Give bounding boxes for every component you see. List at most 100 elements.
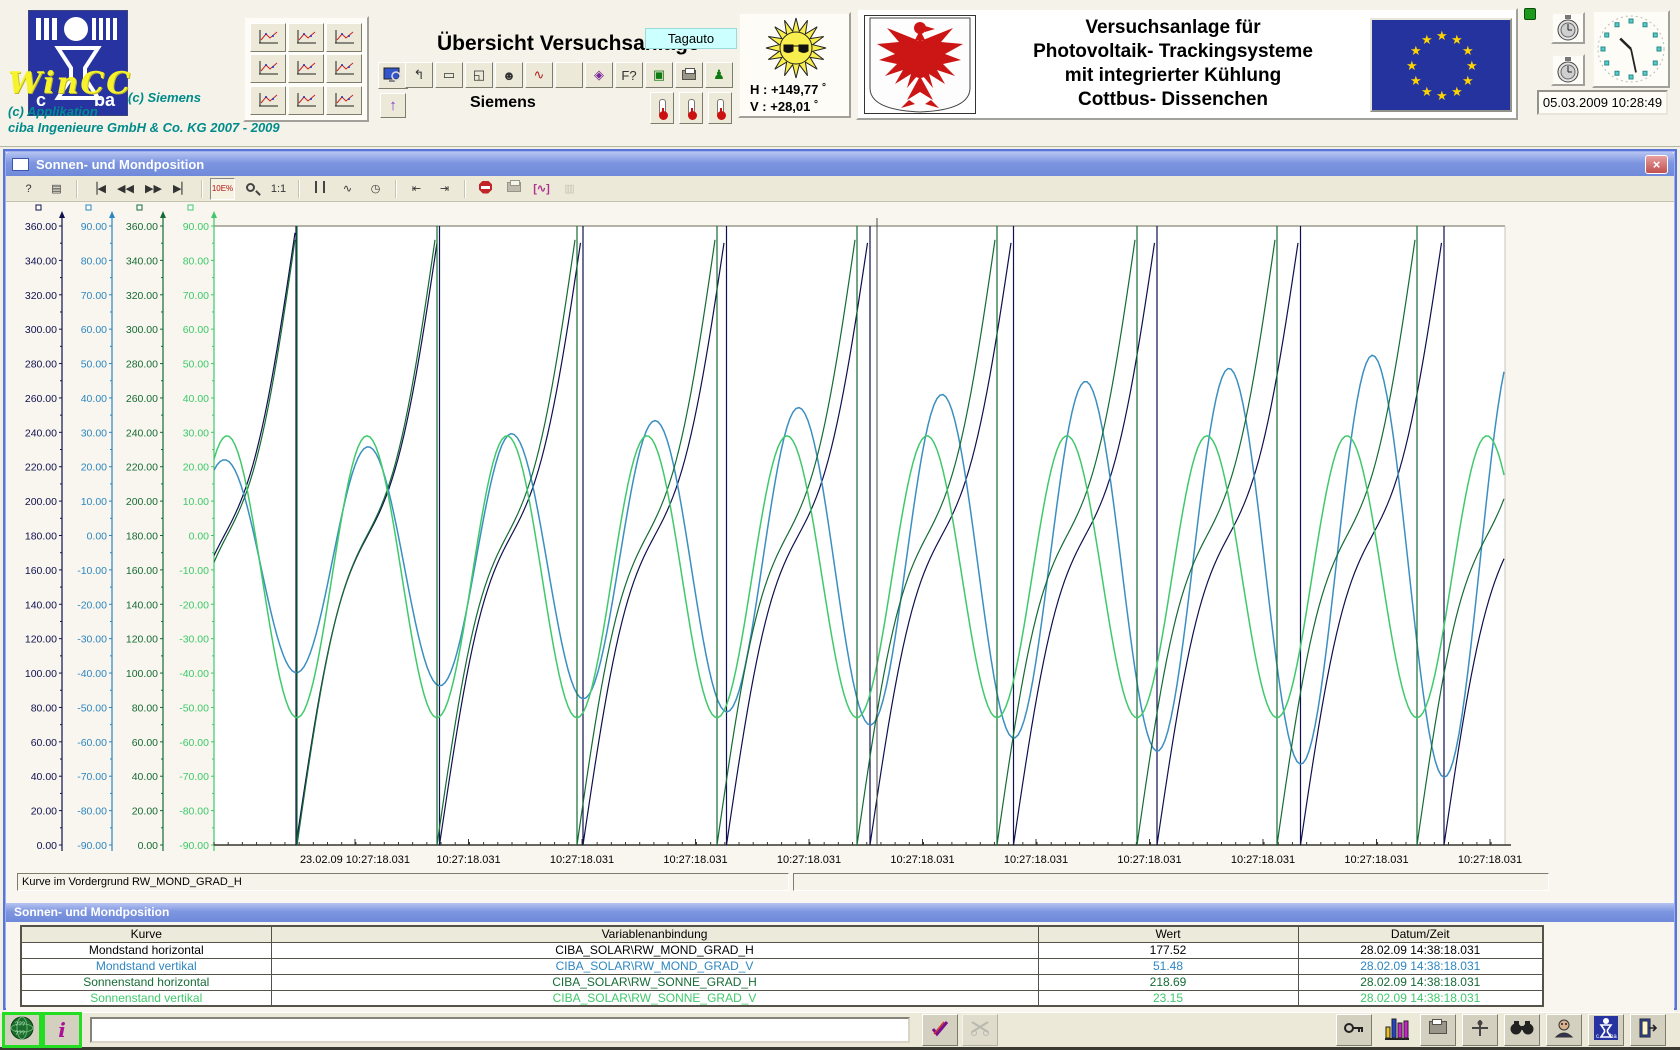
trend-screen-button-1[interactable] bbox=[250, 23, 286, 52]
eu-star: ★ bbox=[1451, 84, 1463, 100]
stopwatch-button-2[interactable] bbox=[1551, 54, 1585, 86]
search-button[interactable] bbox=[1504, 1014, 1540, 1046]
fast-back-button[interactable]: ◀◀ bbox=[113, 178, 138, 200]
trend-titlebar[interactable]: Sonnen- und Mondposition × bbox=[6, 152, 1674, 176]
last-record-button[interactable]: ▶▏ bbox=[169, 178, 194, 200]
eu-star: ★ bbox=[1421, 84, 1433, 100]
datetime-field: 05.03.2009 10:28:49 bbox=[1537, 90, 1668, 115]
fast-forward-button[interactable]: ▶▶ bbox=[141, 178, 166, 200]
eu-star: ★ bbox=[1410, 73, 1422, 89]
table-row[interactable]: Mondstand horizontalCIBA_SOLAR\RW_MOND_G… bbox=[21, 942, 1543, 958]
sun-tracker-widget[interactable]: H : +149,77 ° V : +28,01 ° bbox=[738, 12, 851, 118]
page-button[interactable]: ▭ bbox=[435, 62, 463, 88]
trend-screen-button-3[interactable] bbox=[326, 23, 362, 52]
edit-ok-icon bbox=[930, 1018, 950, 1043]
direct-help-button[interactable]: F? bbox=[615, 62, 643, 88]
print-button[interactable] bbox=[1420, 1014, 1456, 1046]
ruler-button[interactable] bbox=[307, 178, 332, 200]
table-row[interactable]: Mondstand vertikalCIBA_SOLAR\RW_MOND_GRA… bbox=[21, 958, 1543, 974]
export-button[interactable]: ▥ bbox=[557, 178, 582, 200]
toolbar-separator bbox=[395, 180, 397, 198]
confirm-edit-button[interactable] bbox=[922, 1014, 958, 1046]
user-icon bbox=[1554, 1018, 1574, 1043]
key-button[interactable] bbox=[1336, 1014, 1372, 1046]
help-book-button[interactable]: ◈ bbox=[585, 62, 613, 88]
user-head-button[interactable] bbox=[1546, 1014, 1582, 1046]
report-button[interactable]: [∿] bbox=[529, 178, 554, 200]
stop-button[interactable] bbox=[473, 178, 498, 200]
trend-window: Sonnen- und Mondposition × ?▤ ▕◀◀◀▶▶▶▏ 10E… bbox=[3, 149, 1677, 1010]
header-toolbar: ↰▭◱☻∿ ◈F?▣ ♟ bbox=[405, 62, 733, 88]
preview-monitor-button[interactable] bbox=[378, 62, 408, 89]
thermometer-icon bbox=[717, 99, 724, 117]
status-bar-left: Kurve im Vordergrund RW_MOND_GRAD_H bbox=[17, 873, 789, 891]
blank-button[interactable] bbox=[555, 62, 583, 88]
user-button[interactable]: ☻ bbox=[495, 62, 523, 88]
window-icon bbox=[12, 158, 29, 171]
window-chart-button[interactable]: ◱ bbox=[465, 62, 493, 88]
statistics-icon[interactable] bbox=[1378, 1014, 1414, 1046]
thermometer-button-1[interactable] bbox=[650, 92, 674, 124]
up-arrow-button[interactable]: ↑ bbox=[380, 93, 406, 118]
tagauto-mode-badge: Tagauto bbox=[645, 28, 737, 49]
trend-screen-button-6[interactable] bbox=[326, 54, 362, 83]
printer-icon bbox=[682, 68, 696, 83]
properties-button[interactable]: ▤ bbox=[44, 178, 69, 200]
table-header: Wert bbox=[1038, 926, 1298, 942]
eu-star: ★ bbox=[1421, 32, 1433, 48]
trend-screen-button-8[interactable] bbox=[288, 86, 324, 115]
info-button[interactable]: i bbox=[44, 1014, 80, 1046]
network-globe-button[interactable]: ?????? bbox=[4, 1014, 40, 1046]
chart-panel bbox=[6, 202, 1674, 1022]
thermometer-button-2[interactable] bbox=[679, 92, 703, 124]
print-button[interactable] bbox=[501, 178, 526, 200]
trend-screen-button-4[interactable] bbox=[250, 54, 286, 83]
shift-left-button[interactable]: ⇤ bbox=[404, 178, 429, 200]
ciba-button[interactable]: c ba bbox=[1588, 1014, 1624, 1046]
svg-text:???: ??? bbox=[15, 1031, 26, 1037]
trend-screen-grid bbox=[243, 16, 369, 122]
select-button[interactable] bbox=[1462, 1014, 1498, 1046]
info-icon: i bbox=[58, 1018, 66, 1042]
svg-text:ba: ba bbox=[1610, 1034, 1617, 1040]
eu-star: ★ bbox=[1462, 43, 1474, 59]
table-header: Variablenanbindung bbox=[271, 926, 1038, 942]
close-button[interactable]: × bbox=[1645, 155, 1668, 174]
trend-screen-button-7[interactable] bbox=[250, 86, 286, 115]
taskbar-right-group: c ba bbox=[1332, 1014, 1666, 1046]
curve-table-titlebar: Sonnen- und Mondposition bbox=[6, 903, 1674, 922]
command-input[interactable] bbox=[90, 1017, 910, 1043]
first-record-button[interactable]: ▕◀ bbox=[85, 178, 110, 200]
zoom-area-button[interactable]: ∿ bbox=[335, 178, 360, 200]
nav-back-button[interactable]: ↰ bbox=[405, 62, 433, 88]
cut-button[interactable] bbox=[962, 1014, 998, 1046]
percent-scale-button[interactable]: 10E% bbox=[210, 178, 235, 200]
table-row[interactable]: Sonnenstand horizontalCIBA_SOLAR\RW_SONN… bbox=[21, 974, 1543, 990]
exit-button[interactable] bbox=[1630, 1014, 1666, 1046]
table-row[interactable]: Sonnenstand vertikalCIBA_SOLAR\RW_SONNE_… bbox=[21, 990, 1543, 1006]
help-button[interactable]: ? bbox=[16, 178, 41, 200]
toolbar-separator bbox=[201, 180, 203, 198]
eu-star: ★ bbox=[1406, 58, 1418, 74]
eu-star: ★ bbox=[1451, 32, 1463, 48]
trend-screen-button-2[interactable] bbox=[288, 23, 324, 52]
shift-right-button[interactable]: ⇥ bbox=[432, 178, 457, 200]
trend-screen-button-5[interactable] bbox=[288, 54, 324, 83]
runtime-button[interactable]: ▣ bbox=[645, 62, 673, 88]
one-to-one-button[interactable]: 1:1 bbox=[266, 178, 291, 200]
login-button[interactable]: ♟ bbox=[705, 62, 733, 88]
taskbar-left-group: ?????? i bbox=[0, 1014, 80, 1046]
curve-table: KurveVariablenanbindungWertDatum/ZeitMon… bbox=[20, 925, 1544, 1007]
stopwatch-button-1[interactable] bbox=[1551, 12, 1585, 44]
thermometer-button-3[interactable] bbox=[708, 92, 732, 124]
trend-screen-button-9[interactable] bbox=[326, 86, 362, 115]
print-button[interactable] bbox=[675, 62, 703, 88]
plant-title-line3: mit integrierter Kühlung bbox=[983, 64, 1363, 88]
status-bar-right bbox=[793, 873, 1549, 891]
curve-button[interactable]: ∿ bbox=[525, 62, 553, 88]
timebase-button[interactable]: ◷ bbox=[363, 178, 388, 200]
stop-icon bbox=[479, 181, 492, 197]
svg-text:c: c bbox=[1596, 1034, 1599, 1040]
magnifier-button[interactable] bbox=[238, 178, 263, 200]
trend-window-title: Sonnen- und Mondposition bbox=[36, 157, 1645, 172]
